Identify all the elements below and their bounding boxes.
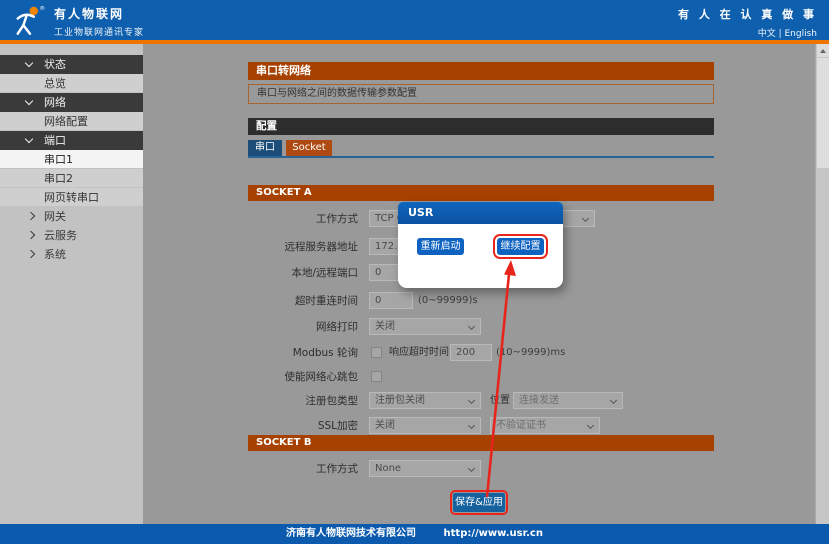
sidebar-group-status[interactable]: 状态	[0, 55, 143, 74]
brand-title: 有人物联网	[54, 5, 144, 22]
scroll-up-button[interactable]	[817, 44, 829, 57]
sidebar-group-port[interactable]: 端口	[0, 131, 143, 150]
regpkt-type-select[interactable]: 注册包关闭	[369, 392, 481, 409]
page-description: 串口与网络之间的数据传输参数配置	[248, 84, 714, 104]
continue-config-button[interactable]: 继续配置	[497, 238, 544, 255]
socketb-work-mode-select[interactable]: None	[369, 460, 481, 477]
row-net-print: 网络打印 关闭	[248, 318, 714, 336]
dialog-body: 重新启动 继续配置	[398, 224, 563, 288]
tab-underline	[248, 156, 714, 158]
chevron-down-icon	[25, 59, 33, 67]
tab-serial[interactable]: 串口	[248, 140, 282, 156]
page-title: 串口转网络	[248, 62, 714, 80]
row-regpkt: 注册包类型 注册包关闭 位置 连接发送	[248, 392, 714, 410]
footer: 济南有人物联网技术有限公司 http://www.usr.cn	[0, 524, 829, 544]
brand-block: 有人物联网 工业物联网通讯专家	[54, 5, 144, 38]
dialog-title: USR	[398, 202, 563, 224]
socket-b-header: SOCKET B	[248, 435, 714, 451]
chevron-down-icon	[468, 323, 475, 330]
slogan-text: 有 人 在 认 真 做 事	[678, 6, 817, 22]
chevron-down-icon	[610, 397, 617, 404]
modbus-poll-checkbox[interactable]	[371, 347, 382, 358]
top-banner: ® 有人物联网 工业物联网通讯专家 有 人 在 认 真 做 事 中文 | Eng…	[0, 0, 829, 40]
row-reconnect-timeout: 超时重连时间 0 (0~99999)s	[248, 292, 714, 310]
socket-a-header: SOCKET A	[248, 185, 714, 201]
sidebar-group-gateway[interactable]: 网关	[0, 207, 143, 226]
modbus-timeout-input[interactable]: 200	[450, 344, 492, 361]
row-heartbeat: 使能网络心跳包	[248, 368, 714, 386]
chevron-right-icon	[27, 231, 35, 239]
page: ® 有人物联网 工业物联网通讯专家 有 人 在 认 真 做 事 中文 | Eng…	[0, 0, 829, 544]
row-ssl: SSL加密 关闭 不验证证书	[248, 417, 714, 435]
save-apply-button[interactable]: 保存&应用	[453, 493, 505, 512]
sidebar-item-serial1[interactable]: 串口1	[0, 150, 143, 169]
chevron-down-icon	[25, 135, 33, 143]
restart-button[interactable]: 重新启动	[417, 238, 464, 255]
reconnect-timeout-hint: (0~99999)s	[418, 292, 478, 310]
vertical-scrollbar[interactable]	[815, 44, 829, 524]
chevron-down-icon	[25, 97, 33, 105]
regpkt-pos-label: 位置	[490, 392, 510, 410]
usr-logo-icon: ®	[13, 4, 47, 37]
svg-text:®: ®	[39, 5, 45, 12]
chevron-down-icon	[468, 465, 475, 472]
sidebar-group-network[interactable]: 网络	[0, 93, 143, 112]
sidebar-item-serial2[interactable]: 串口2	[0, 169, 143, 188]
footer-url[interactable]: http://www.usr.cn	[444, 528, 543, 539]
chevron-right-icon	[27, 250, 35, 258]
chevron-down-icon	[468, 422, 475, 429]
sidebar-group-system[interactable]: 系统	[0, 245, 143, 264]
chevron-right-icon	[27, 212, 35, 220]
usr-dialog: USR 重新启动 继续配置	[398, 202, 563, 288]
sidebar: 状态 总览 网络 网络配置 端口 串口1 串口2 网页转	[0, 44, 143, 524]
modbus-timeout-hint: (10~9999)ms	[496, 344, 565, 362]
chevron-down-icon	[582, 215, 589, 222]
heartbeat-checkbox[interactable]	[371, 371, 382, 382]
ssl-select[interactable]: 关闭	[369, 417, 481, 434]
sidebar-group-cloud[interactable]: 云服务	[0, 226, 143, 245]
brand-subtitle: 工业物联网通讯专家	[54, 25, 144, 38]
sidebar-item-network-config[interactable]: 网络配置	[0, 112, 143, 131]
sidebar-item-overview[interactable]: 总览	[0, 74, 143, 93]
tab-socket[interactable]: Socket	[286, 140, 332, 156]
footer-company: 济南有人物联网技术有限公司	[286, 528, 416, 539]
chevron-down-icon	[587, 422, 594, 429]
config-section-header: 配置	[248, 118, 714, 135]
ssl-cert-select[interactable]: 不验证证书	[490, 417, 600, 434]
row-socketb-work-mode: 工作方式 None	[248, 460, 714, 478]
net-print-select[interactable]: 关闭	[369, 318, 481, 335]
reconnect-timeout-input[interactable]: 0	[369, 292, 413, 309]
regpkt-pos-select[interactable]: 连接发送	[513, 392, 623, 409]
scrollbar-thumb[interactable]	[817, 58, 829, 168]
sidebar-item-web-to-serial[interactable]: 网页转串口	[0, 188, 143, 207]
row-modbus-poll: Modbus 轮询 响应超时时间 200 (10~9999)ms	[248, 344, 714, 362]
language-switch[interactable]: 中文 | English	[678, 26, 817, 39]
chevron-down-icon	[468, 397, 475, 404]
